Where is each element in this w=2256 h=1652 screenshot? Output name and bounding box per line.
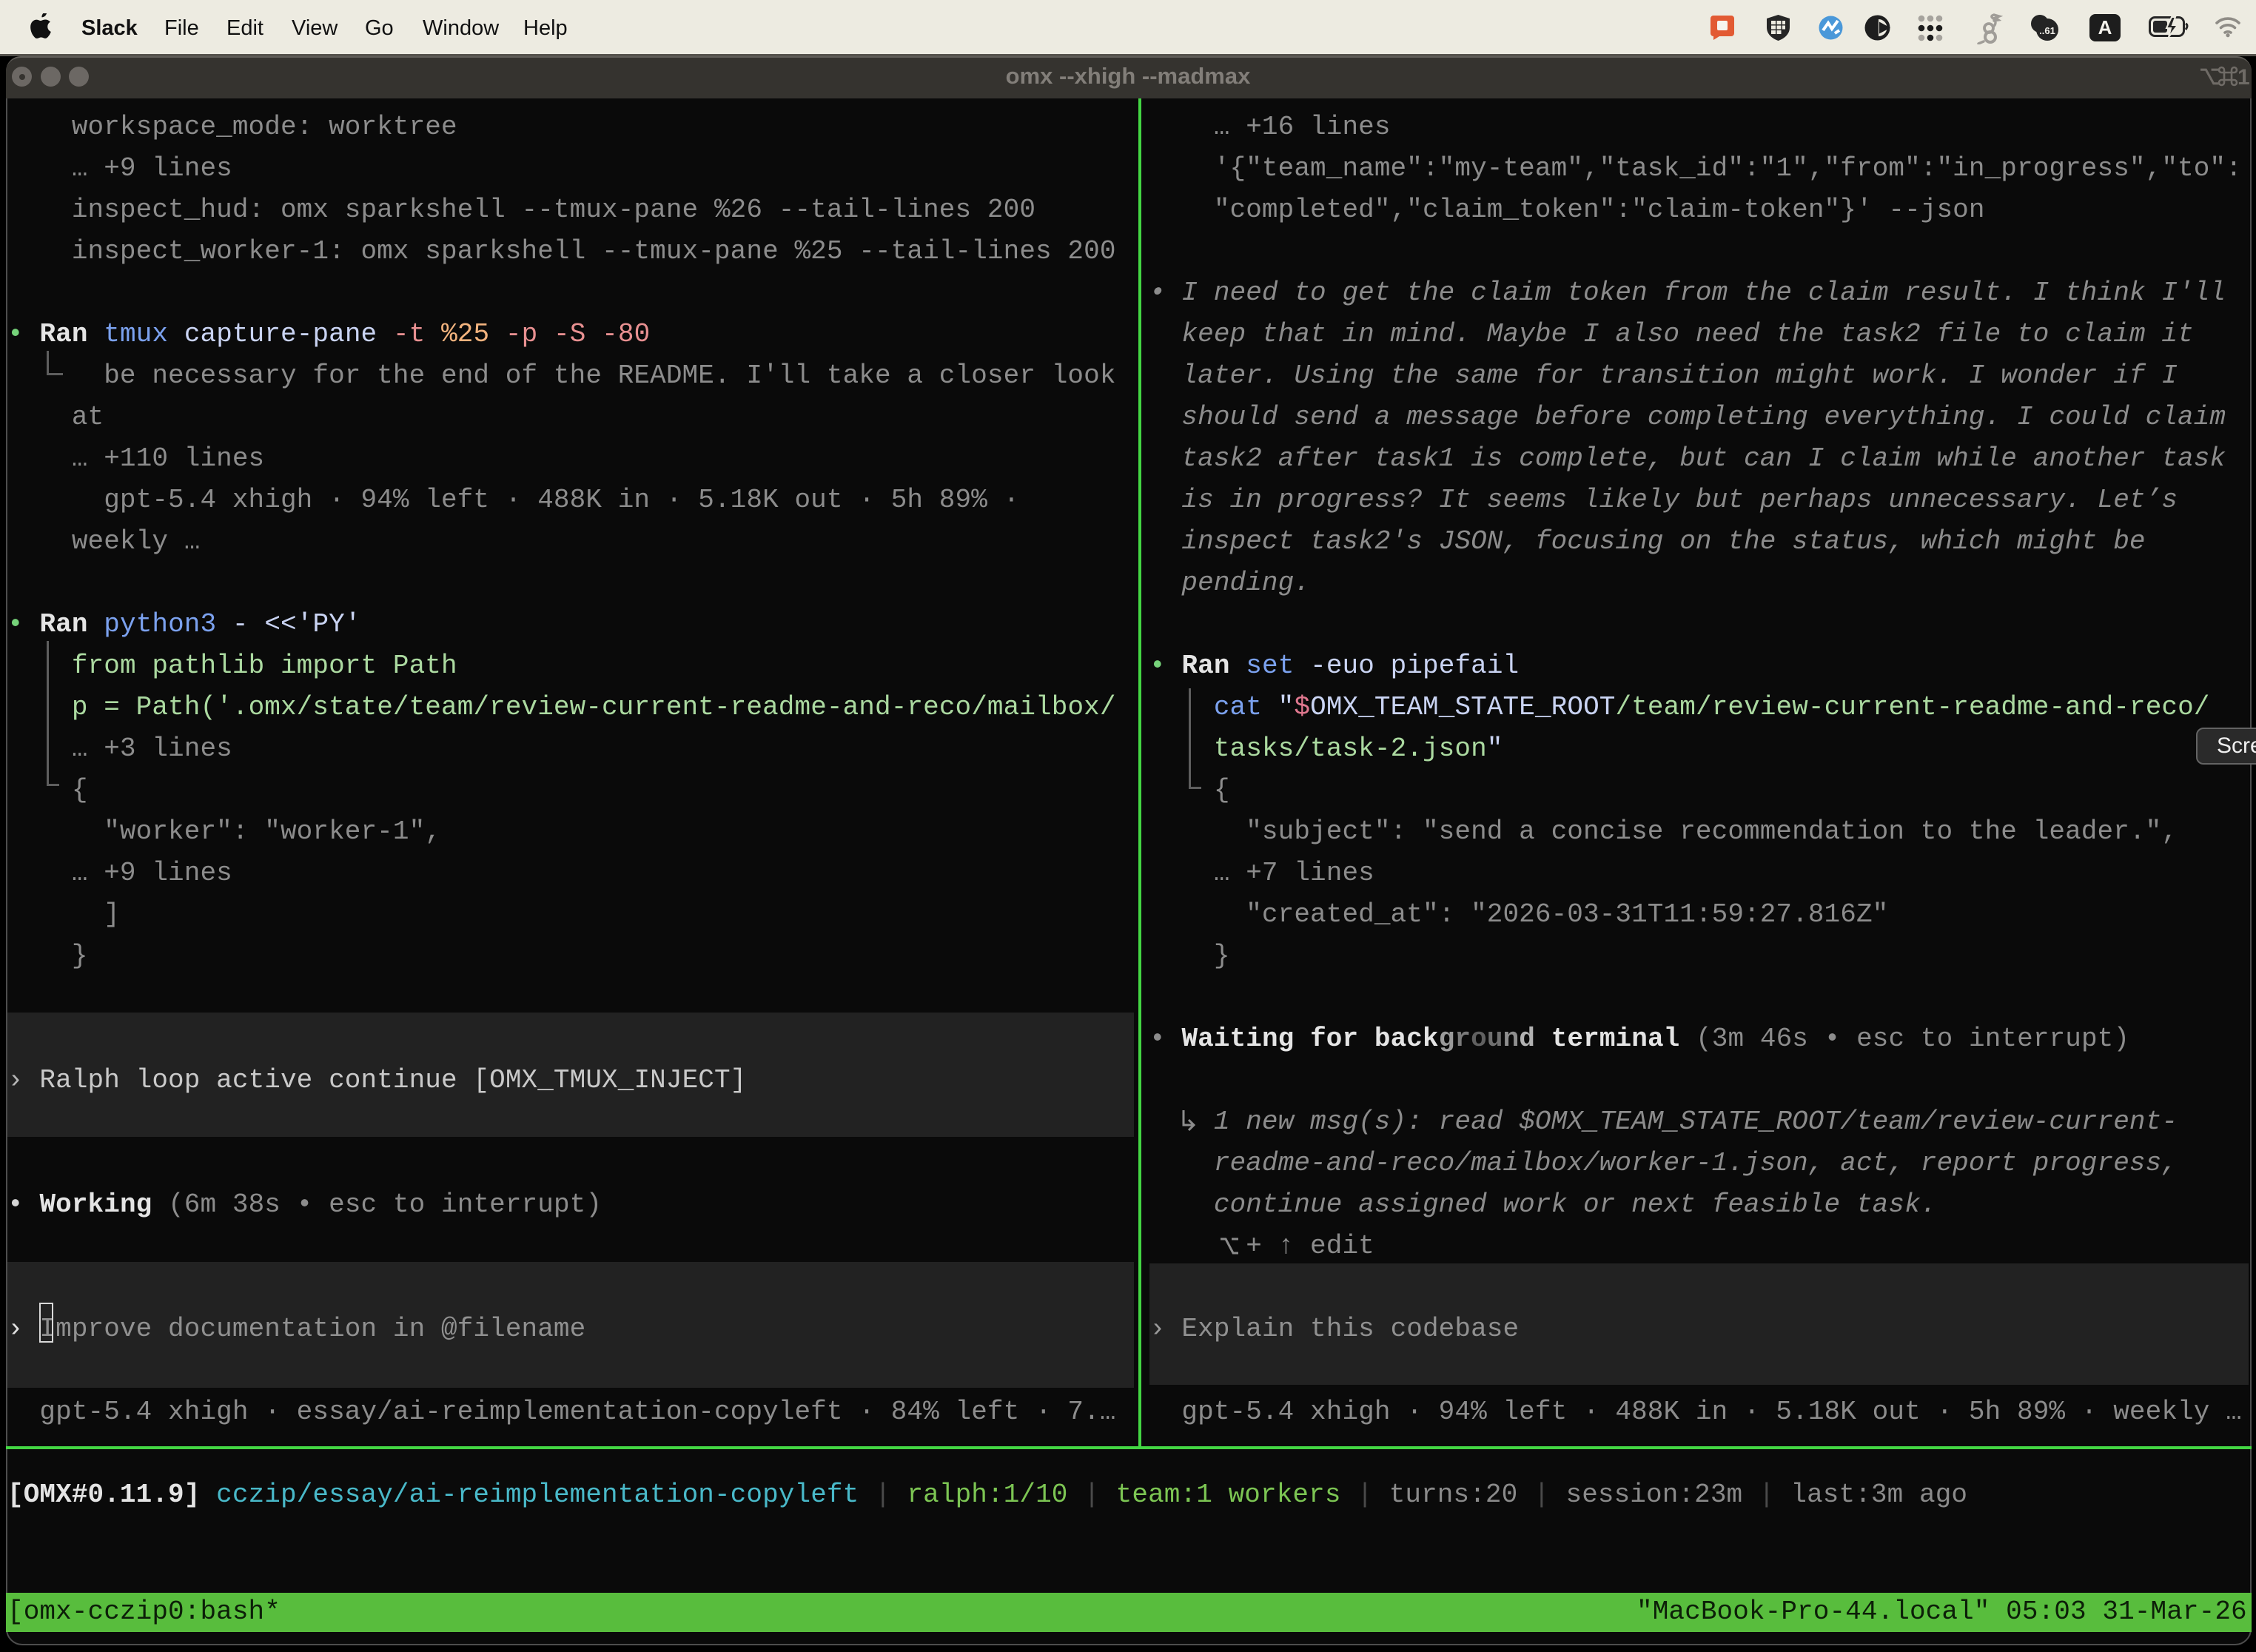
svg-text:..61: ..61 bbox=[2039, 25, 2055, 36]
